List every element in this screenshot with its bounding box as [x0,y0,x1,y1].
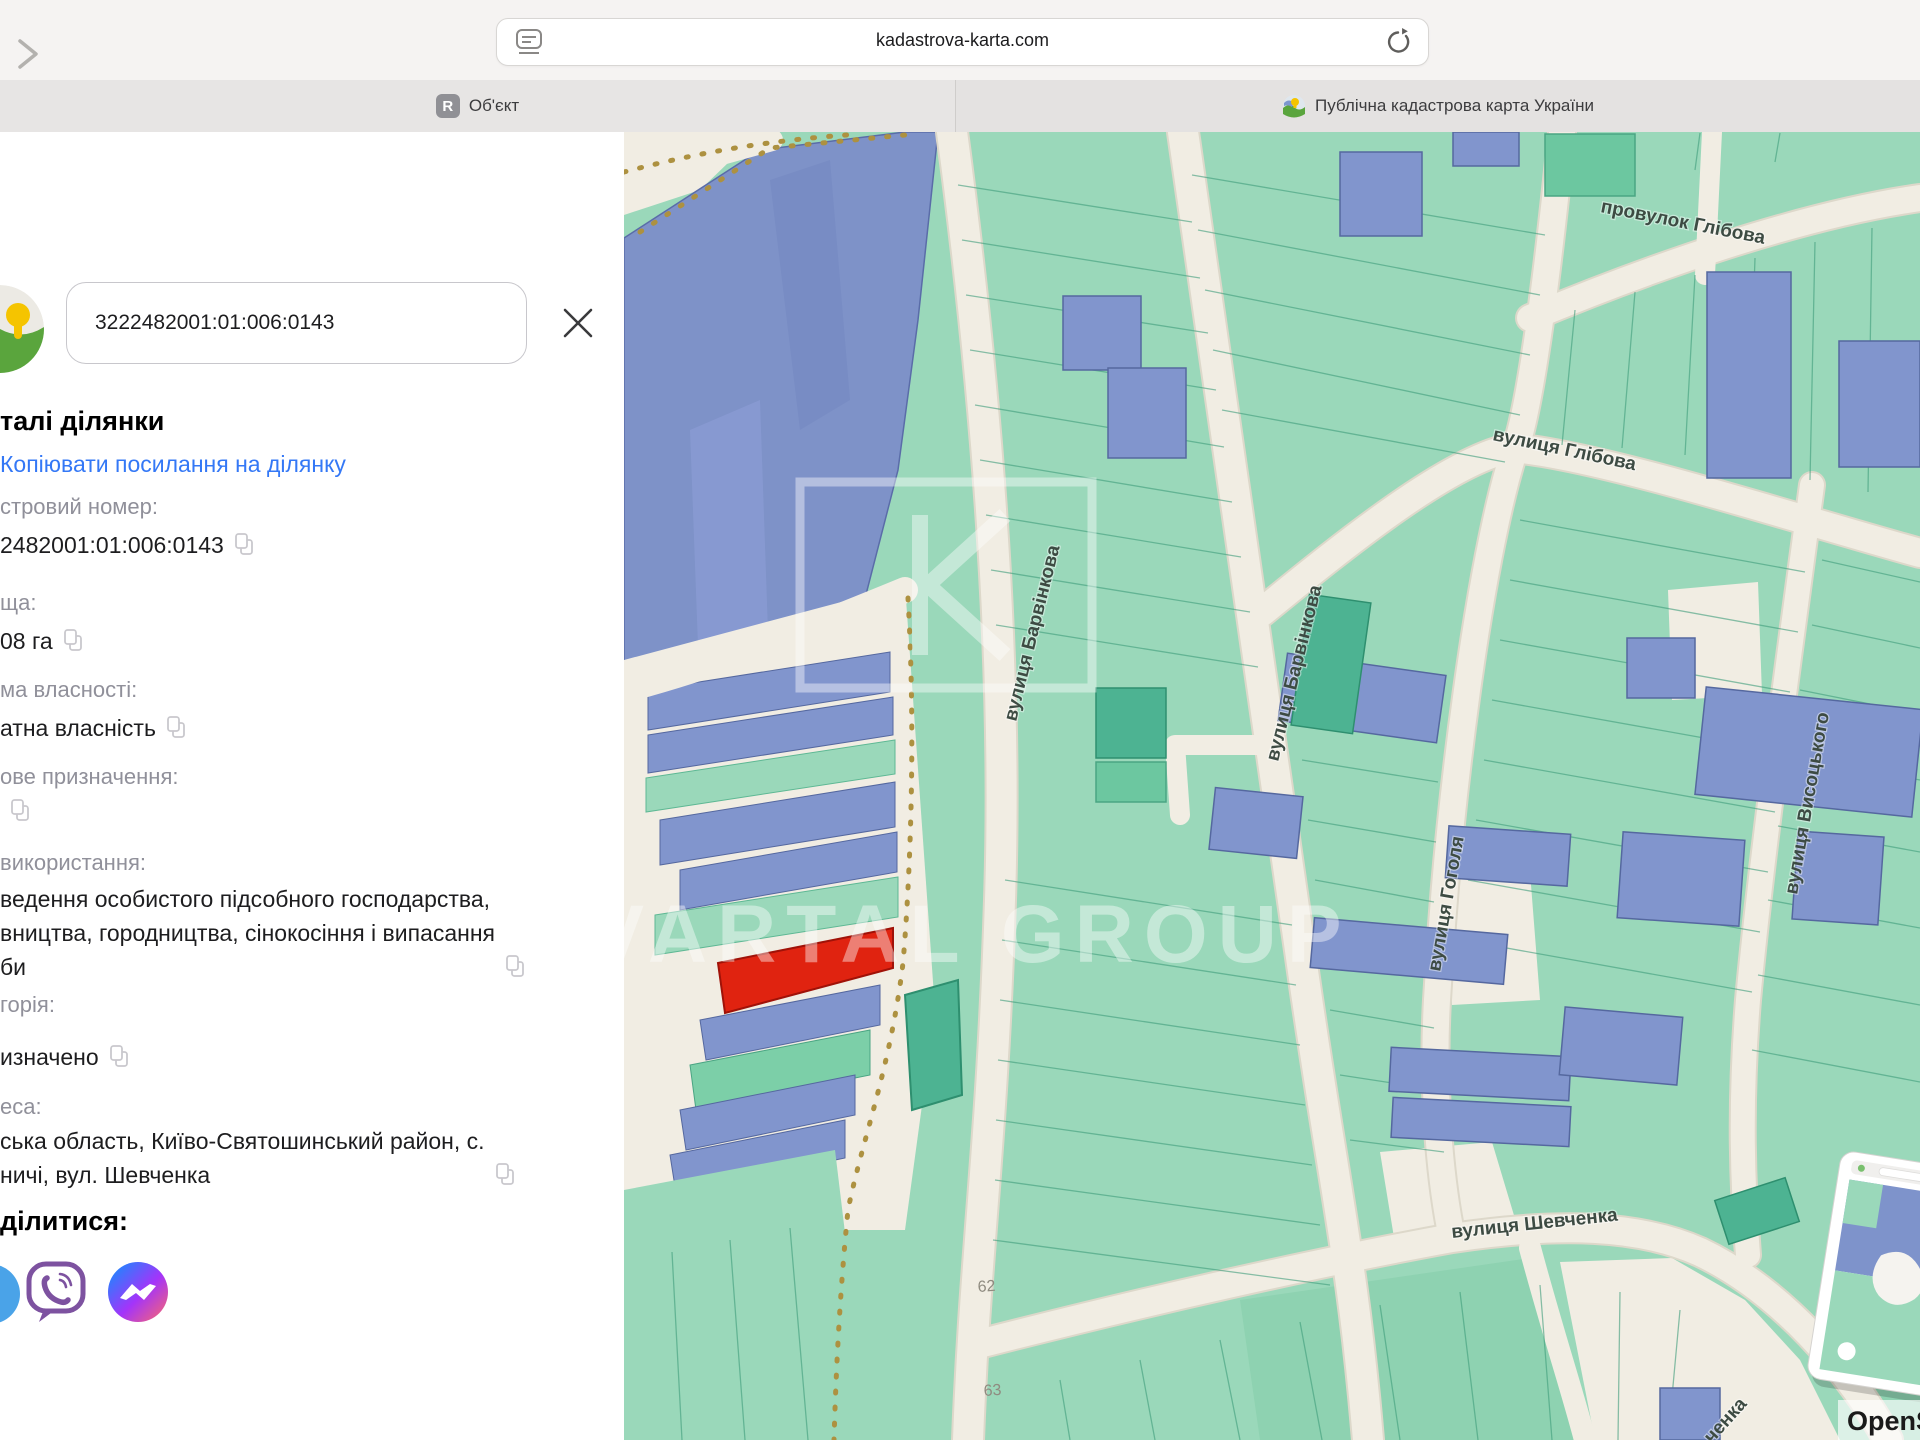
copy-icon[interactable] [495,1162,515,1186]
cadastral-map[interactable]: KVARTAL GROUP провулок Глібова вулиця Гл… [624,132,1920,1440]
url-text: kadastrova-karta.com [497,30,1428,51]
browser-window: { "browser": { "url": "kadastrova-karta.… [0,0,1920,1440]
reload-icon[interactable] [1384,28,1412,56]
field-label-purpose: ове призначення: [0,764,178,790]
panel-title: талі ділянки [0,406,164,437]
copy-icon[interactable] [10,798,30,822]
attribution-text: OpenStreetMap [1847,1406,1920,1436]
site-logo[interactable] [0,285,44,373]
field-label-address: еса: [0,1094,42,1120]
cadastral-map-favicon [1282,94,1306,118]
field-label-cadastral-number: стровий номер: [0,494,158,520]
tab-object[interactable]: R Об'єкт [0,80,956,132]
field-value-area: 08 га [0,624,83,658]
field-label-usage: використання: [0,850,146,876]
field-value-cadastral-number: 2482001:01:006:0143 [0,528,254,562]
copy-icon[interactable] [63,628,83,652]
field-value-category: изначено [0,1040,129,1074]
tab-bar: R Об'єкт Публічна кадастрова карта Украї… [0,80,1920,133]
field-value-ownership: атна власність [0,711,186,745]
address-bar[interactable]: kadastrova-karta.com [496,18,1429,66]
tab-favicon-r: R [436,94,460,118]
copy-parcel-link[interactable]: Копіювати посилання на ділянку [0,451,346,478]
watermark-text: KVARTAL GROUP [624,889,1352,980]
share-title: ділитися: [0,1206,128,1237]
map-attribution: OpenStreetMap [1838,1400,1920,1440]
green-fields-sw [624,1150,870,1440]
field-label-category: горія: [0,992,55,1018]
tab-label: Об'єкт [469,96,519,116]
field-label-area: ща: [0,590,36,616]
road-number: 63 [983,1382,1002,1400]
forward-chevron-icon[interactable] [12,38,42,70]
parcel-details-panel: талі ділянки Копіювати посилання на діля… [0,132,624,1440]
close-icon[interactable] [559,304,597,342]
road-number: 62 [977,1278,996,1296]
field-value-usage: ведення особистого підсобного господарст… [0,882,525,984]
viber-share-icon[interactable] [24,1260,88,1324]
copy-icon[interactable] [166,715,186,739]
copy-icon[interactable] [505,954,525,978]
tab-cadastral-map[interactable]: Публічна кадастрова карта України [956,80,1920,132]
tab-label: Публічна кадастрова карта України [1315,96,1594,116]
cadastral-number-input[interactable] [66,282,527,364]
field-value-purpose [0,794,30,822]
field-label-ownership: ма власності: [0,677,137,703]
copy-icon[interactable] [234,532,254,556]
browser-toolbar: kadastrova-karta.com [0,0,1920,80]
copy-icon[interactable] [109,1044,129,1068]
share-blue-icon[interactable] [0,1264,20,1324]
field-value-address: ська область, Київо-Святошинський район,… [0,1124,515,1192]
messenger-share-icon[interactable] [106,1260,170,1324]
